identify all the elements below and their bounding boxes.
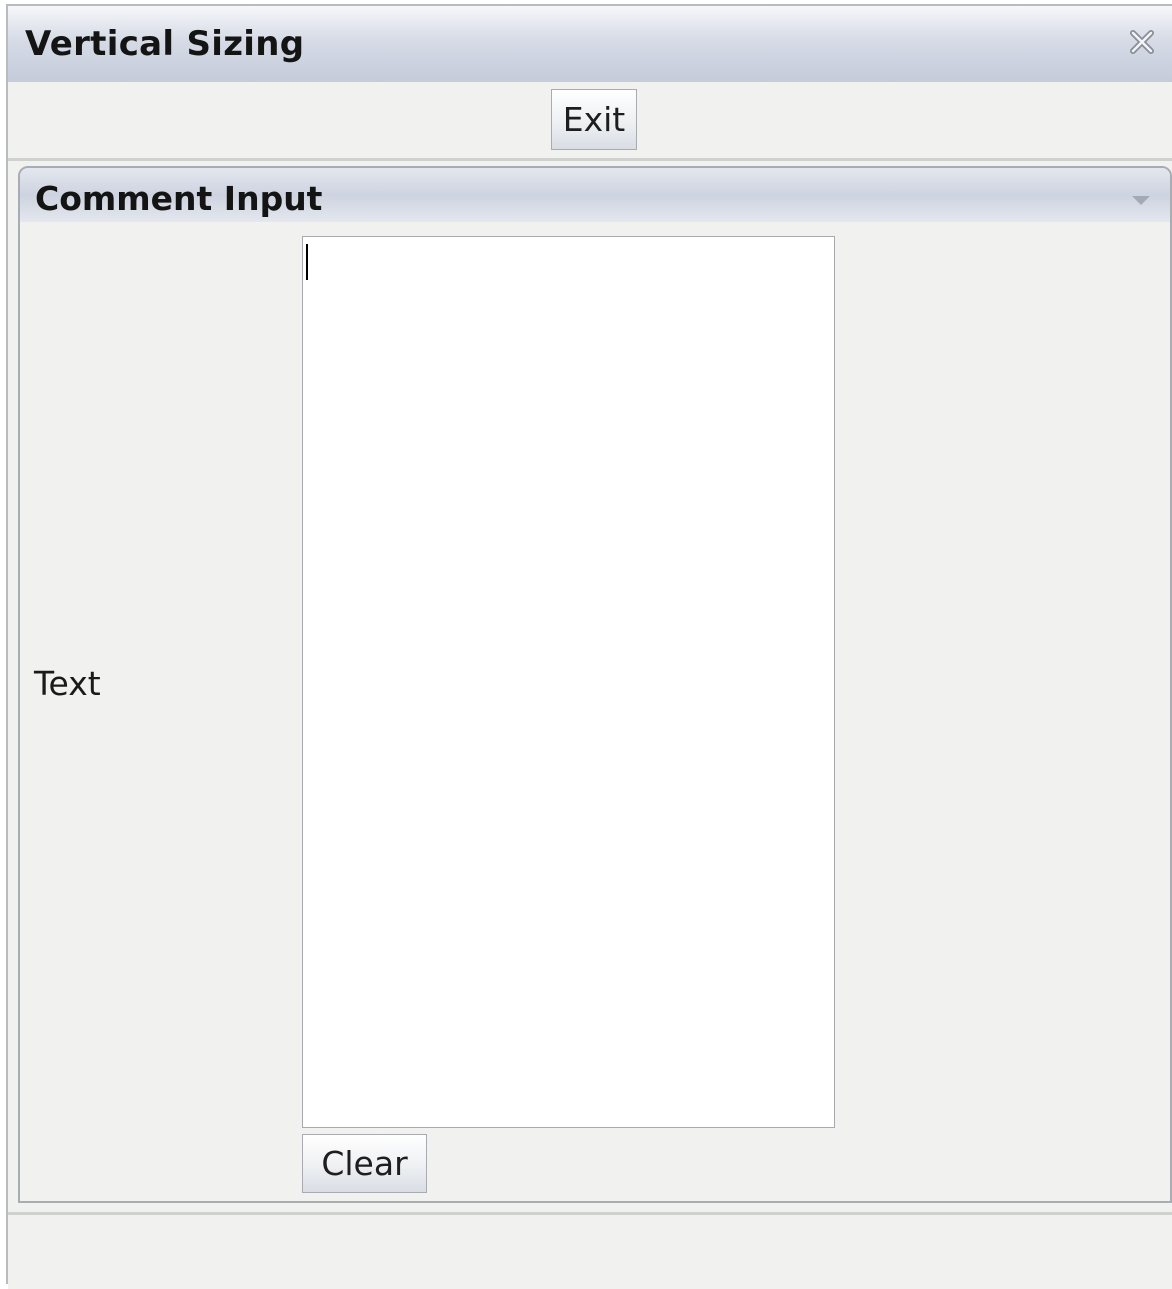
- text-cursor: [306, 244, 308, 280]
- comment-textarea[interactable]: [302, 236, 835, 1128]
- close-icon[interactable]: [1126, 26, 1158, 58]
- panel-title: Comment Input: [35, 179, 323, 218]
- toolbar: Exit: [8, 82, 1172, 161]
- status-bar: [8, 1212, 1172, 1289]
- chevron-down-icon[interactable]: [1130, 192, 1152, 206]
- comment-input-panel: Comment Input Text Clear: [18, 166, 1172, 1203]
- title-bar: Vertical Sizing: [8, 6, 1172, 83]
- exit-button[interactable]: Exit: [551, 89, 637, 150]
- text-field-label: Text: [34, 664, 101, 703]
- panel-header[interactable]: Comment Input: [20, 168, 1170, 222]
- window-title: Vertical Sizing: [25, 24, 305, 64]
- clear-button[interactable]: Clear: [302, 1134, 427, 1193]
- window: Vertical Sizing Exit Comment Input Text …: [6, 4, 1172, 1289]
